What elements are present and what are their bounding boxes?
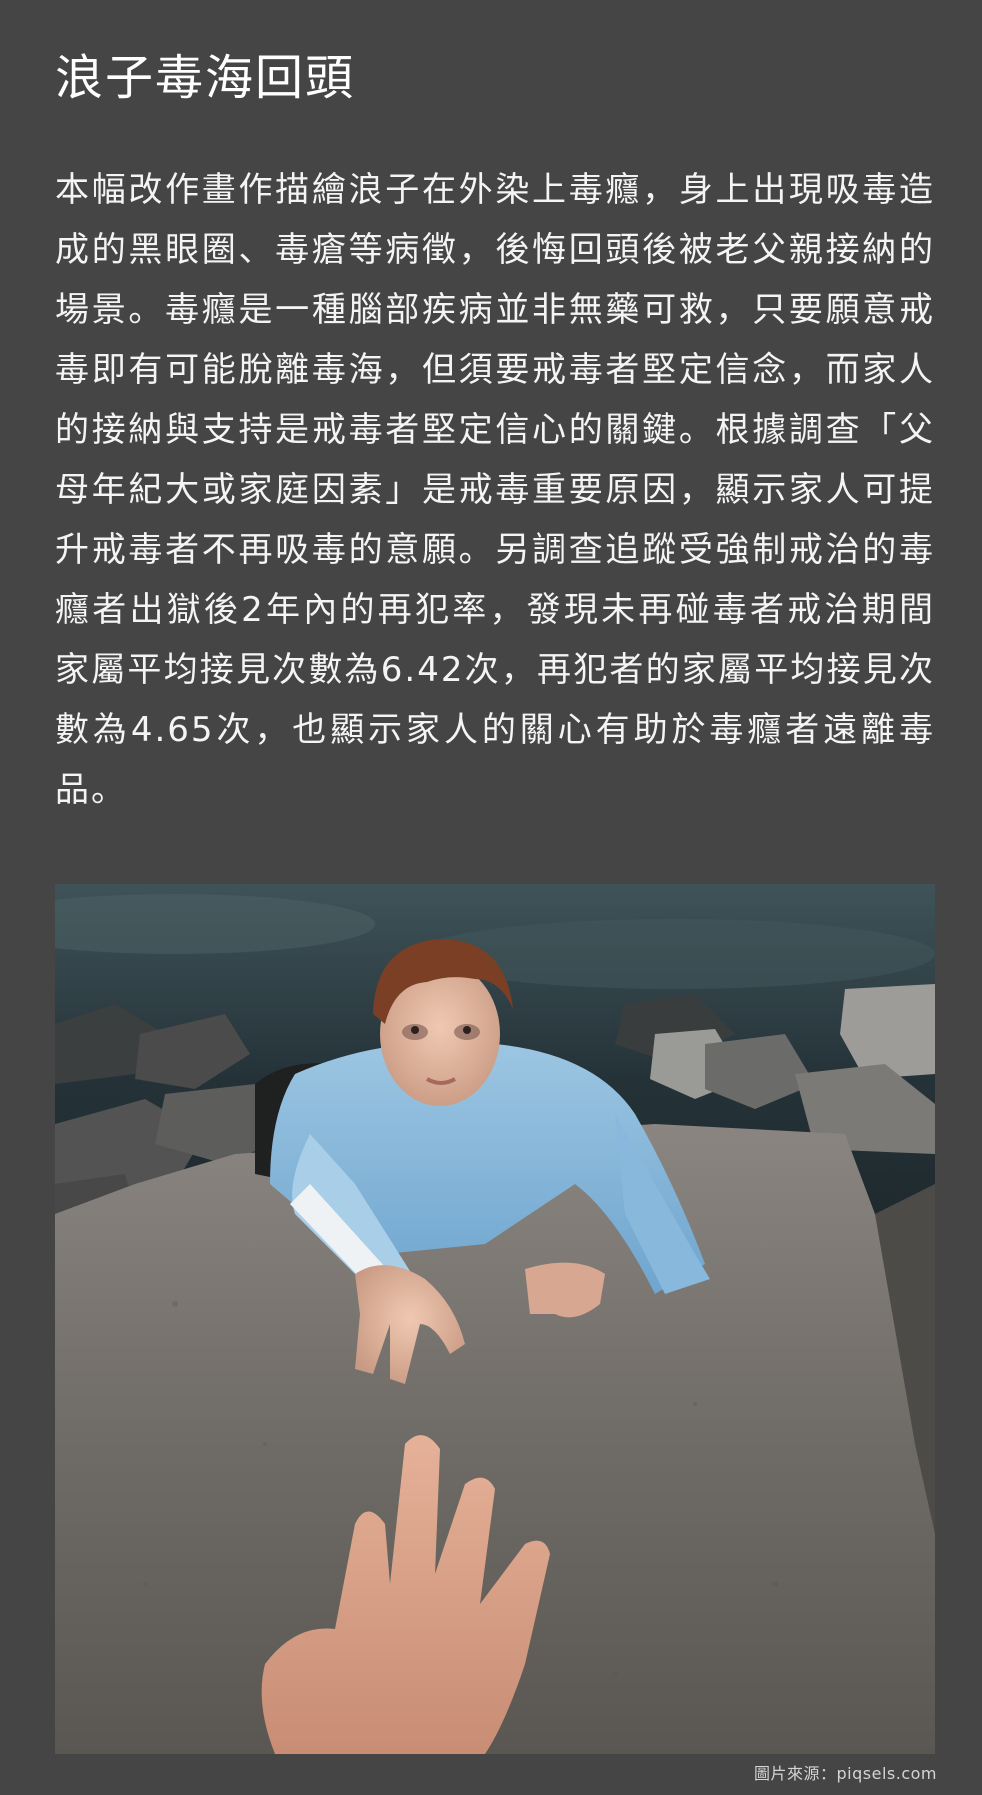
article-body: 本幅改作畫作描繪浪子在外染上毒癮，身上出現吸毒造成的黑眼圈、毒瘡等病徵，後悔回頭…	[55, 170, 935, 810]
article-photo	[55, 884, 935, 1754]
image-credit: 圖片來源：piqsels.com	[754, 1764, 937, 1783]
page-title: 浪子毒海回頭	[55, 50, 356, 106]
